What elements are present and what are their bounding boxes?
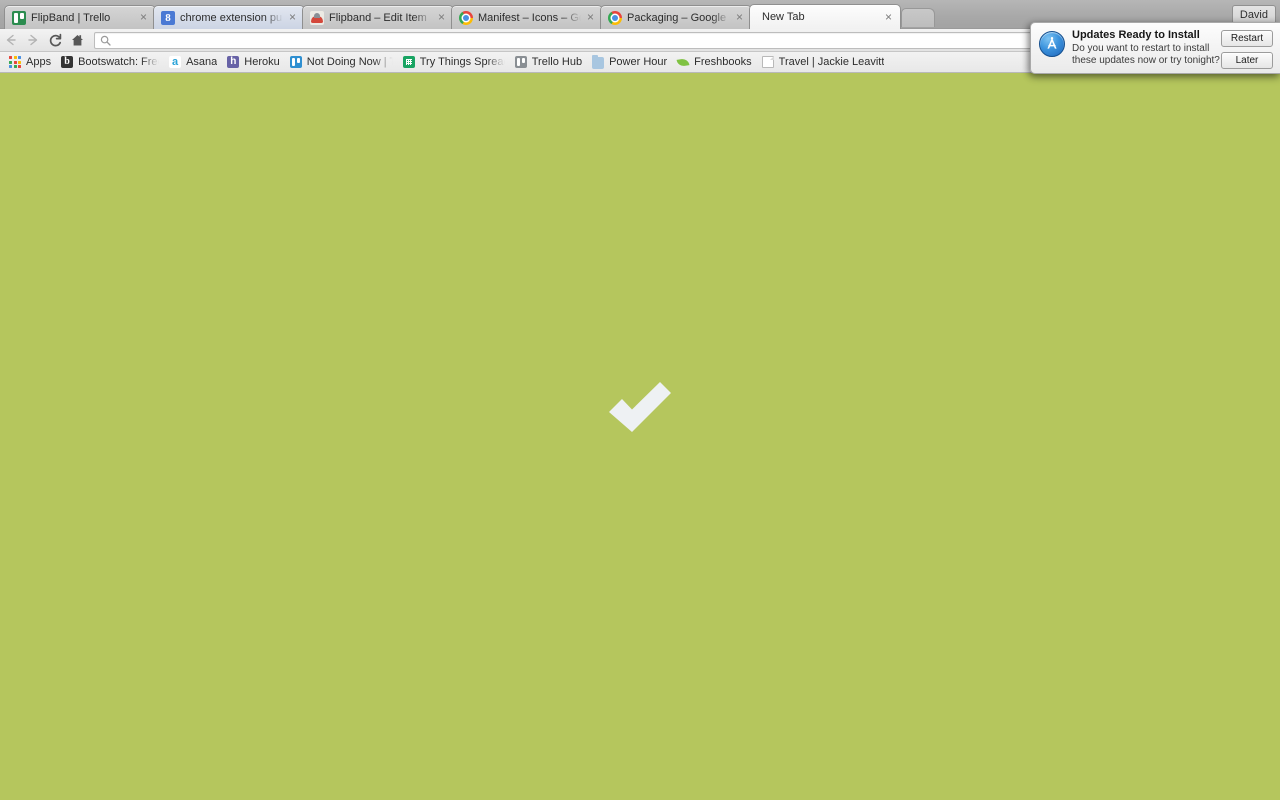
tab-title: FlipBand | Trello [31,11,111,24]
bookmark-label: Not Doing Now | Trello [306,56,393,68]
tab-close-button[interactable]: × [286,11,299,24]
folder-icon [592,55,605,69]
app-store-icon [1039,31,1065,57]
later-button[interactable]: Later [1221,52,1273,69]
tab-title: Packaging – Google Chrome [627,11,730,24]
tab-close-button[interactable]: × [733,11,746,24]
apps-grid-icon [9,56,21,68]
tab-packaging-google-chrome[interactable]: Packaging – Google Chrome × [600,5,752,29]
heroku-icon [227,56,240,68]
google-sheets-icon [402,56,415,68]
bookmark-label: Power Hour [609,56,668,68]
chrome-favicon [459,10,473,25]
leaf-icon [677,56,689,68]
trello-favicon [12,10,26,25]
bookmark-heroku[interactable]: Heroku [223,53,285,71]
trello-hub-icon [514,56,527,68]
page-content [0,73,1280,800]
tab-close-button[interactable]: × [435,11,448,24]
notification-title: Updates Ready to Install [1072,29,1200,41]
trello-icon [289,56,302,68]
notification-body-line-1: Do you want to restart to install [1072,43,1210,54]
browser-window: FlipBand | Trello × chrome extension pub… [0,0,1280,800]
tab-flipband-trello[interactable]: FlipBand | Trello × [4,5,156,29]
chrome-favicon [608,10,622,25]
bookmark-label: Freshbooks [694,56,752,68]
notification-buttons: Restart Later [1221,29,1273,69]
tab-title: chrome extension publish [180,11,283,24]
tab-close-button[interactable]: × [584,11,597,24]
reload-icon[interactable] [44,29,66,51]
bookmark-power-hour[interactable]: Power Hour [588,53,673,71]
forward-arrow-icon[interactable] [22,29,44,51]
tab-new-tab[interactable]: New Tab × [749,4,901,29]
bookmark-travel-jackie-leavitt[interactable]: Travel | Jackie Leavitt [758,53,891,71]
tab-close-button[interactable]: × [137,11,150,24]
restart-button[interactable]: Restart [1221,30,1273,47]
bookmark-label: Try Things Spreadsheet [419,56,505,68]
tab-chrome-extension-publish[interactable]: chrome extension publish × [153,5,305,29]
tab-close-button[interactable]: × [882,11,895,24]
tab-flipband-edit-item[interactable]: Flipband – Edit Item × [302,5,454,29]
asana-icon [169,56,182,68]
bookmark-label: Trello Hub [531,56,583,68]
tab-title: New Tab [762,11,805,23]
bookmark-label: Heroku [244,56,280,68]
tab-manifest-icons-google[interactable]: Manifest – Icons – Google × [451,5,603,29]
tab-title: Flipband – Edit Item [329,11,427,24]
bookmark-try-things-spreadsheet[interactable]: Try Things Spreadsheet [399,53,511,71]
home-icon[interactable] [66,29,88,51]
bookmark-label: Asana [186,56,218,68]
bookmark-bootswatch[interactable]: Bootswatch: Free themes for Bootstrap [57,53,165,71]
bookmark-freshbooks[interactable]: Freshbooks [673,53,757,71]
flipband-favicon [310,10,324,25]
new-tab-button[interactable] [901,8,935,27]
search-icon [100,35,111,46]
tab-title: Manifest – Icons – Google [478,11,581,24]
bookmark-label: Travel | Jackie Leavitt [778,56,885,68]
bookmark-not-doing-now[interactable]: Not Doing Now | Trello [286,53,399,71]
back-arrow-icon[interactable] [0,29,22,51]
bookmark-label: Apps [26,56,52,68]
document-icon [761,56,774,68]
google-blue-favicon [161,10,175,25]
bootswatch-icon [61,56,74,68]
notification-body-line-2: these updates now or try tonight? [1072,54,1220,66]
bookmark-label: Bootswatch: Free themes for Bootstrap [78,56,159,68]
apps-shortcut[interactable]: Apps [5,53,57,71]
checkmark-icon [609,381,671,432]
update-notification[interactable]: Updates Ready to Install Do you want to … [1030,22,1280,74]
notification-text: Updates Ready to Install Do you want to … [1072,29,1220,66]
bookmark-asana[interactable]: Asana [165,53,223,71]
checkmark-container [605,376,675,438]
bookmark-trello-hub[interactable]: Trello Hub [511,53,588,71]
